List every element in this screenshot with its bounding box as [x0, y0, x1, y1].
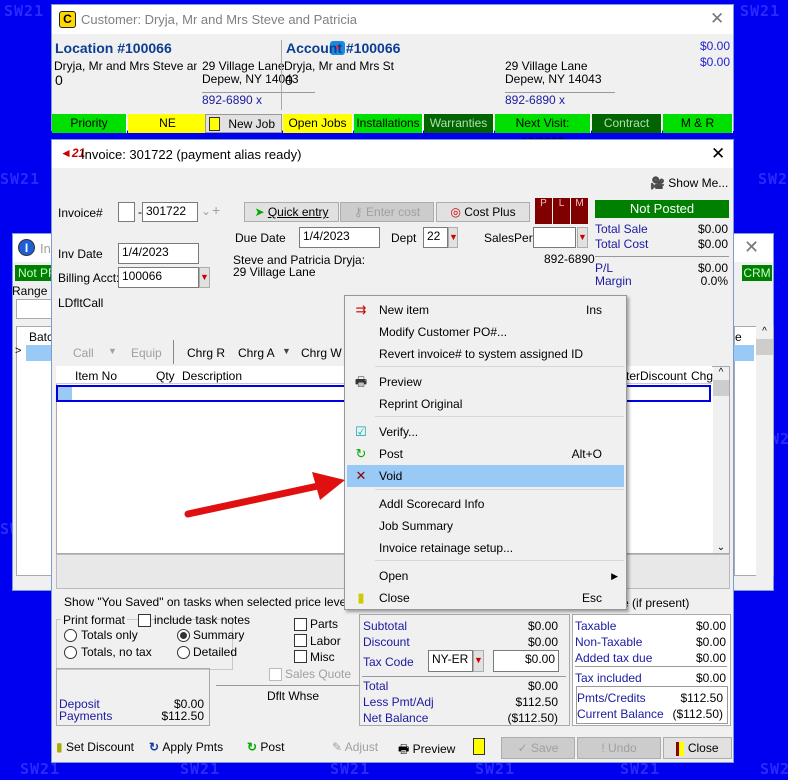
arrow-head [312, 472, 345, 500]
arrow-shaft [184, 482, 322, 518]
red-arrow-annotation [184, 472, 345, 518]
